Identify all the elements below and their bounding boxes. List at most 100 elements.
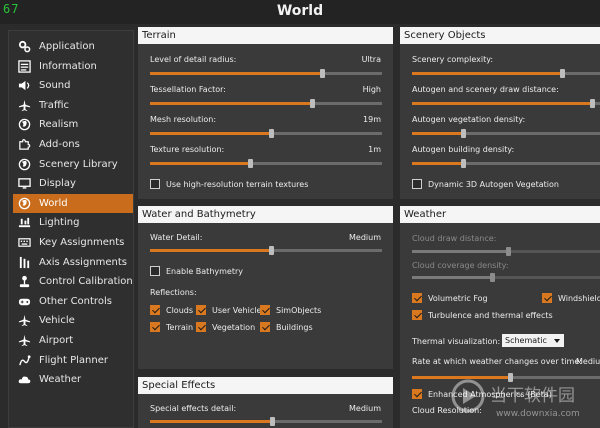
slider-thumb[interactable] bbox=[310, 99, 315, 108]
sidebar-item-traffic[interactable]: Traffic bbox=[13, 96, 133, 115]
sidebar-item-information[interactable]: Information bbox=[13, 57, 133, 76]
slider-thumb[interactable] bbox=[248, 159, 253, 168]
plane-icon bbox=[17, 98, 31, 112]
weather-panel-title: Weather bbox=[400, 206, 600, 223]
tessellation-label: Tessellation Factor: bbox=[150, 85, 226, 94]
lod-radius-value: Ultra bbox=[361, 55, 381, 64]
sidebar-item-sound[interactable]: Sound bbox=[13, 76, 133, 95]
mesh-resolution-value: 19m bbox=[363, 115, 381, 124]
reflect-terrain-label: Terrain bbox=[166, 323, 194, 332]
reflect-simobjects-checkbox[interactable] bbox=[260, 305, 270, 315]
slider-thumb[interactable] bbox=[506, 247, 511, 256]
route-icon bbox=[17, 353, 31, 367]
joystick-icon bbox=[17, 275, 31, 289]
slider-thumb[interactable] bbox=[461, 129, 466, 138]
thermal-visualization-dropdown[interactable]: Schematic bbox=[502, 334, 564, 347]
terrain-panel-title: Terrain bbox=[138, 27, 393, 44]
reflect-user-vehicle-label: User Vehicle bbox=[212, 306, 262, 315]
sidebar-item-scenery-library[interactable]: Scenery Library bbox=[13, 155, 133, 174]
draw-distance-slider[interactable] bbox=[412, 99, 600, 108]
sidebar-item-label: Vehicle bbox=[39, 315, 75, 327]
tessellation-slider[interactable] bbox=[150, 99, 382, 108]
reflect-simobjects-label: SimObjects bbox=[276, 306, 322, 315]
special-effects-detail-label: Special effects detail: bbox=[150, 404, 237, 413]
water-detail-label: Water Detail: bbox=[150, 233, 203, 242]
watermark-logo-icon: 当下软件园 www.downxia.com bbox=[451, 379, 580, 419]
mesh-resolution-slider[interactable] bbox=[150, 129, 382, 138]
title-bar: 67 World bbox=[0, 0, 600, 24]
sidebar-item-label: Other Controls bbox=[39, 295, 112, 307]
enable-bathymetry-checkbox[interactable] bbox=[150, 266, 160, 276]
water-detail-value: Medium bbox=[349, 233, 381, 242]
slider-thumb[interactable] bbox=[270, 417, 275, 426]
sidebar-item-other-controls[interactable]: Other Controls bbox=[13, 292, 133, 311]
list-icon bbox=[17, 59, 31, 73]
texture-resolution-value: 1m bbox=[368, 145, 381, 154]
slider-thumb[interactable] bbox=[560, 69, 565, 78]
sidebar-item-label: Axis Assignments bbox=[39, 256, 128, 268]
sidebar-item-realism[interactable]: Realism bbox=[13, 115, 133, 134]
enhanced-atmospherics-checkbox[interactable] bbox=[412, 389, 422, 399]
building-density-slider[interactable] bbox=[412, 159, 600, 168]
monitor-icon bbox=[17, 177, 31, 191]
cloud-coverage-slider[interactable] bbox=[412, 273, 600, 282]
lighting-icon bbox=[17, 216, 31, 230]
special-effects-panel: Special Effects Special effects detail: … bbox=[138, 377, 393, 428]
sidebar-item-label: Realism bbox=[39, 119, 79, 131]
reflect-vegetation-checkbox[interactable] bbox=[196, 322, 206, 332]
texture-resolution-slider[interactable] bbox=[150, 159, 382, 168]
slider-thumb[interactable] bbox=[269, 246, 274, 255]
windshield-checkbox[interactable] bbox=[542, 293, 552, 303]
slider-thumb[interactable] bbox=[590, 99, 595, 108]
cloud-icon bbox=[17, 373, 31, 387]
cloud-draw-distance-label: Cloud draw distance: bbox=[412, 234, 497, 243]
hires-textures-checkbox[interactable] bbox=[150, 179, 160, 189]
slider-thumb[interactable] bbox=[490, 273, 495, 282]
enable-bathymetry-label: Enable Bathymetry bbox=[166, 267, 243, 276]
scenery-panel-title: Scenery Objects bbox=[400, 27, 600, 44]
sidebar-item-label: Lighting bbox=[39, 217, 80, 229]
sidebar-item-display[interactable]: Display bbox=[13, 174, 133, 193]
plane-icon bbox=[17, 334, 31, 348]
sidebar-item-key-assignments[interactable]: Key Assignments bbox=[13, 233, 133, 252]
reflect-terrain-checkbox[interactable] bbox=[150, 322, 160, 332]
reflect-clouds-label: Clouds bbox=[166, 306, 194, 315]
sidebar-item-axis-assignments[interactable]: Axis Assignments bbox=[13, 253, 133, 272]
dynamic-vegetation-label: Dynamic 3D Autogen Vegetation bbox=[428, 180, 559, 189]
lod-radius-slider[interactable] bbox=[150, 69, 382, 78]
dynamic-vegetation-checkbox[interactable] bbox=[412, 179, 422, 189]
sidebar-item-lighting[interactable]: Lighting bbox=[13, 213, 133, 232]
sidebar-item-control-calibration[interactable]: Control Calibration bbox=[13, 272, 133, 291]
sidebar-item-airport[interactable]: Airport bbox=[13, 331, 133, 350]
scenery-complexity-slider[interactable] bbox=[412, 69, 600, 78]
slider-thumb[interactable] bbox=[461, 159, 466, 168]
water-detail-slider[interactable] bbox=[150, 246, 382, 255]
reflect-buildings-checkbox[interactable] bbox=[260, 322, 270, 332]
tessellation-value: High bbox=[362, 85, 381, 94]
special-effects-detail-slider[interactable] bbox=[150, 417, 382, 426]
vegetation-density-slider[interactable] bbox=[412, 129, 600, 138]
reflect-user-vehicle-checkbox[interactable] bbox=[196, 305, 206, 315]
sidebar-item-vehicle[interactable]: Vehicle bbox=[13, 311, 133, 330]
turbulence-checkbox[interactable] bbox=[412, 310, 422, 320]
special-effects-detail-value: Medium bbox=[349, 404, 381, 413]
weather-rate-value: Mediu bbox=[576, 357, 600, 366]
reflect-clouds-checkbox[interactable] bbox=[150, 305, 160, 315]
sidebar-item-add-ons[interactable]: Add-ons bbox=[13, 135, 133, 154]
sidebar-item-application[interactable]: Application bbox=[13, 37, 133, 56]
sidebar-item-flight-planner[interactable]: Flight Planner bbox=[13, 351, 133, 370]
sidebar-item-world[interactable]: World bbox=[13, 193, 133, 213]
gamepad-icon bbox=[17, 294, 31, 308]
globe-icon bbox=[17, 118, 31, 132]
sidebar-item-label: Information bbox=[39, 60, 97, 72]
globe-icon bbox=[17, 157, 31, 171]
thermal-visualization-label: Thermal visualization: bbox=[412, 337, 501, 346]
volumetric-fog-checkbox[interactable] bbox=[412, 293, 422, 303]
water-bathymetry-panel: Water and Bathymetry Water Detail: Mediu… bbox=[138, 206, 393, 369]
sidebar-item-weather[interactable]: Weather bbox=[13, 370, 133, 389]
watermark: 当下软件园 www.downxia.com bbox=[448, 372, 600, 428]
slider-thumb[interactable] bbox=[320, 69, 325, 78]
cloud-draw-distance-slider[interactable] bbox=[412, 247, 600, 256]
slider-thumb[interactable] bbox=[269, 129, 274, 138]
draw-distance-label: Autogen and scenery draw distance: bbox=[412, 85, 559, 94]
